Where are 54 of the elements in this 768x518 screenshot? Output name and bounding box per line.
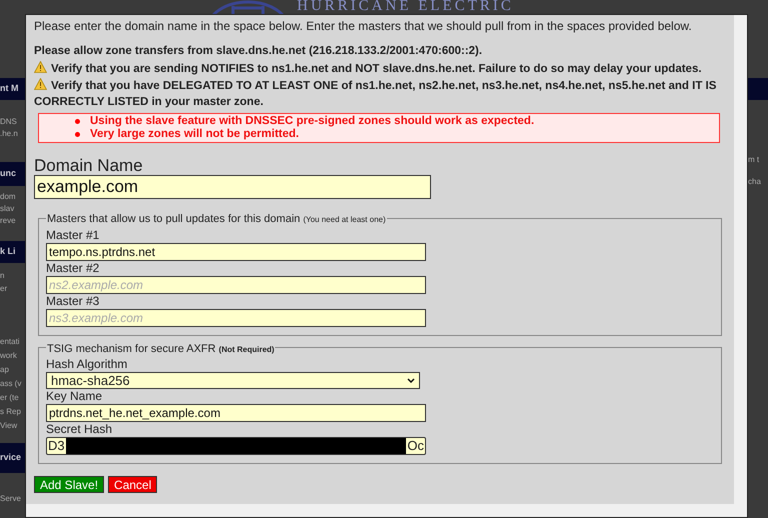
- page-text: reve: [0, 217, 16, 225]
- alert-text: Using the slave feature with DNSSEC pre-signed zones should work as expected.: [90, 115, 534, 128]
- fieldset-legend: TSIG mechanism for secure AXFR (Not Required): [47, 342, 274, 354]
- text-field[interactable]: ns2.example.com: [46, 276, 426, 294]
- cancel-button[interactable]: Cancel: [108, 476, 158, 493]
- submit-button[interactable]: Add Slave!: [34, 476, 104, 493]
- bullet-icon: [75, 132, 80, 137]
- domain-label: Domain Name: [34, 157, 144, 175]
- field-label: Secret Hash: [46, 422, 114, 437]
- field-label: Master #1: [46, 228, 100, 242]
- page-text: s Rep: [0, 408, 21, 416]
- page-text: Serve: [0, 495, 21, 503]
- section-header: k Li: [0, 241, 25, 263]
- text-field[interactable]: ptrdns.net_he.net_example.com: [46, 404, 426, 422]
- secret-field[interactable]: D3 Oc: [46, 437, 426, 455]
- page-text: View: [0, 422, 18, 430]
- text-field[interactable]: ns3.example.com: [46, 308, 426, 326]
- page-text: n: [0, 272, 4, 280]
- intro-text: Please enter the domain name in the space below. Enter the masters that we should pull from in the spaces provided below.: [34, 18, 693, 34]
- page-text: slav: [0, 205, 14, 213]
- page-text: .he.n: [0, 130, 18, 138]
- page-text: er: [0, 284, 8, 292]
- page-text: work: [0, 352, 17, 360]
- field-label: Key Name: [46, 389, 104, 404]
- text-field[interactable]: tempo.ns.ptrdns.net: [46, 242, 426, 260]
- logo-text: HURRICANE ELECTRIC: [297, 0, 514, 13]
- field-label: Master #2: [46, 260, 100, 276]
- page-text: cha: [748, 178, 761, 186]
- warning-icon: [34, 60, 47, 72]
- warning-icon: [34, 78, 47, 90]
- page-text: ass (v: [0, 380, 22, 388]
- chevron-icon: [407, 378, 415, 383]
- page-text: dom: [0, 193, 16, 201]
- page-text: m t: [748, 156, 760, 164]
- page-text: er (te: [0, 394, 19, 402]
- field-label: Master #3: [46, 294, 100, 308]
- section-header: rvice: [0, 443, 25, 473]
- vertical-scrollbar[interactable]: [734, 15, 747, 517]
- section-header: [748, 78, 768, 100]
- page-text: DNS: [0, 118, 17, 126]
- alert-text: Very large zones will not be permitted.: [90, 128, 299, 141]
- field-label: Hash Algorithm: [46, 357, 128, 372]
- section-header: unc: [0, 162, 25, 186]
- domain-field[interactable]: example.com: [34, 175, 431, 199]
- notice-text: Verify that you are sending NOTIFIES to ns1.he.net and NOT slave.dns.he.net. Failure to do so may delay your updates.: [34, 60, 722, 77]
- page-text: ap: [0, 366, 9, 374]
- horizontal-scrollbar[interactable]: [26, 504, 734, 517]
- page-text: entati: [0, 338, 20, 346]
- hash-select[interactable]: hmac-sha256: [46, 372, 420, 389]
- section-header: nt M: [0, 78, 25, 100]
- notice-text: Please allow zone transfers from slave.dns.he.net (216.218.133.2/2001:470:600::2).: [34, 44, 484, 59]
- notice-text: Verify that you have DELEGATED TO AT LEAST ONE of ns1.he.net, ns2.he.net, ns3.he.net, ns4.he.net, ns5.he.net and IT IS CORRECTLY LISTED in your master zone.: [34, 78, 718, 110]
- bullet-icon: [75, 119, 80, 124]
- fieldset-legend: Masters that allow us to pull updates for this domain (You need at least one): [47, 213, 386, 225]
